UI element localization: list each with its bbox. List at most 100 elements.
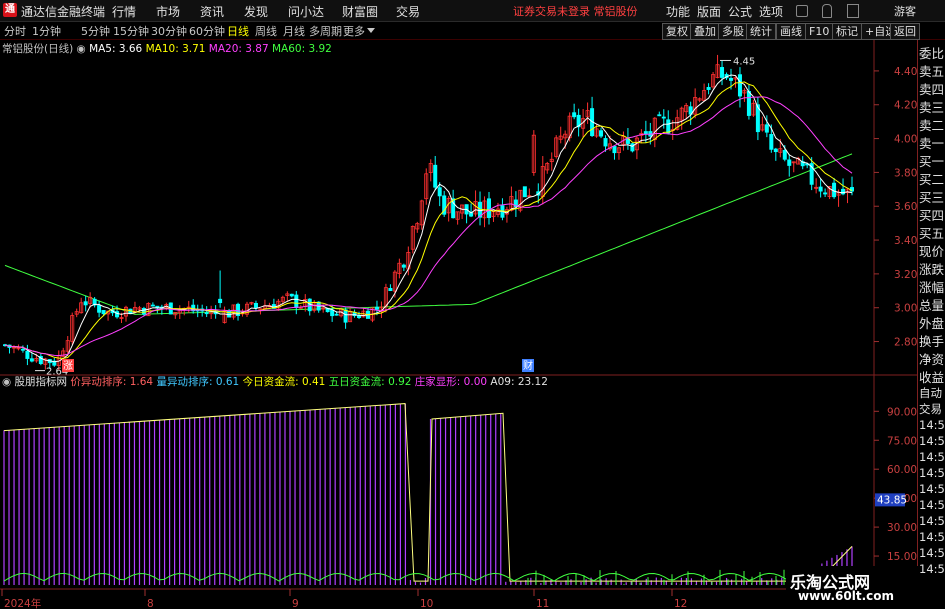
guest-label[interactable]: 游客	[894, 3, 916, 19]
candle-body	[25, 350, 30, 359]
quote-row: 卖三	[919, 100, 945, 115]
tab-5min[interactable]: 5分钟	[81, 23, 110, 39]
candle-body	[141, 307, 146, 315]
trade-row: 14:56	[919, 514, 945, 528]
trade-row[interactable]: 交易	[919, 401, 945, 417]
app-title: 通达信金融终端	[21, 5, 106, 19]
price-tick-label: 2.80	[894, 337, 917, 349]
menu-gongshi[interactable]: 公式	[728, 3, 752, 20]
login-notice[interactable]: 证券交易未登录 常铝股份	[513, 3, 638, 19]
title-bar: 通 通达信金融终端 行情 市场 资讯 发现 问小达 财富圈 交易 证券交易未登录…	[0, 0, 945, 22]
watermark-url: www.60lt.com	[798, 589, 895, 603]
candle-body	[97, 305, 102, 313]
tongji-button[interactable]: 统计	[746, 23, 776, 40]
candle-body	[401, 264, 406, 268]
high-price-label: 4.45	[733, 56, 755, 67]
candle-body	[769, 134, 774, 150]
indicator-settings-icon[interactable]: ◉	[2, 376, 11, 388]
candle-body	[737, 74, 742, 97]
event-marker-label: 涨	[63, 360, 73, 372]
more-chevron-icon[interactable]	[367, 28, 375, 33]
tab-1min[interactable]: 1分钟	[32, 23, 61, 39]
menu-shichang[interactable]: 市场	[156, 3, 180, 20]
menu-zixun[interactable]: 资讯	[200, 3, 224, 20]
candle-body	[101, 310, 106, 315]
indicator-tick-label: 15.00	[887, 551, 917, 563]
tab-15min[interactable]: 15分钟	[113, 23, 149, 39]
price-tick-label: 3.40	[894, 235, 917, 247]
candle-body	[433, 164, 438, 188]
kline-chart[interactable]: 4.40 4.20 4.00 3.80 3.60 3.40 3.20 3.00 2.80 90.0…	[0, 40, 918, 609]
menu-hangqing[interactable]: 行情	[112, 3, 136, 20]
menu-caifuquan[interactable]: 财富圈	[342, 3, 378, 20]
indicator-line-green	[3, 572, 850, 582]
fuquan-button[interactable]: 复权	[662, 23, 692, 40]
trade-row: 14:56	[919, 498, 945, 512]
trade-row[interactable]: 自动	[919, 385, 945, 401]
candle-body	[572, 112, 577, 118]
candle-body	[437, 187, 442, 197]
trade-panel: 自动交易14:5614:5614:5614:5614:5614:5614:561…	[919, 385, 945, 577]
trade-row: 14:56	[919, 546, 945, 560]
candle-body	[294, 294, 299, 309]
time-tick-label: 12	[674, 598, 687, 609]
huaxian-button[interactable]: 画线	[776, 23, 806, 40]
indicator-item: 今日资金流: 0.41	[242, 376, 326, 388]
candle-body	[522, 186, 527, 198]
candle-body	[374, 306, 379, 310]
mobile-icon[interactable]	[847, 4, 859, 18]
indicator-item: 庄家显形: 0.00	[414, 376, 488, 388]
tab-more[interactable]: 更多	[343, 23, 365, 39]
biaoji-button[interactable]: 标记	[832, 23, 862, 40]
indicator-name[interactable]: 股朋指标网	[15, 376, 68, 388]
quote-row: 卖五	[919, 64, 945, 79]
tab-daily[interactable]: 日线	[227, 23, 249, 39]
back-button[interactable]: 返回	[890, 23, 920, 40]
tab-multi[interactable]: 多周期	[309, 23, 342, 39]
user-icon[interactable]	[796, 5, 808, 17]
side-divider	[917, 40, 918, 609]
tab-monthly[interactable]: 月线	[283, 23, 305, 39]
menu-gongneng[interactable]: 功能	[666, 3, 690, 20]
ma20-label: MA20: 3.87	[208, 43, 269, 55]
candle-body	[330, 309, 335, 317]
app-logo: 通	[3, 3, 17, 17]
bell-icon[interactable]	[822, 4, 832, 18]
candle-body	[357, 315, 362, 318]
period-toolbar: 分时 1分钟 5分钟 15分钟 30分钟 60分钟 日线 周线 月线 多周期 更…	[0, 22, 945, 40]
quote-row: 涨跌	[919, 262, 945, 277]
candle-body	[787, 159, 792, 166]
candle-body	[20, 348, 25, 351]
menu-banmian[interactable]: 版面	[697, 3, 721, 20]
tab-weekly[interactable]: 周线	[255, 23, 277, 39]
trade-row: 14:56	[919, 434, 945, 448]
candle-body	[657, 114, 662, 117]
duogu-button[interactable]: 多股	[718, 23, 748, 40]
quote-row: 买一	[919, 154, 945, 169]
f10-button[interactable]: F10	[805, 23, 834, 40]
candle-body	[204, 312, 209, 315]
menu-jiaoyi[interactable]: 交易	[396, 3, 420, 20]
indicator-item: A09: 23.12	[490, 376, 548, 388]
indicator-tick-label: 75.00	[887, 435, 917, 447]
menu-faxian[interactable]: 发现	[244, 3, 268, 20]
tab-30min[interactable]: 30分钟	[151, 23, 187, 39]
quote-row: 卖二	[919, 118, 945, 133]
ma60-line	[4, 153, 853, 315]
quote-row: 委比	[919, 46, 945, 61]
tab-60min[interactable]: 60分钟	[189, 23, 225, 39]
price-tick-label: 4.00	[894, 134, 917, 146]
candle-body	[612, 145, 617, 154]
candle-body	[643, 131, 648, 135]
quote-row: 买三	[919, 190, 945, 205]
quote-panel: 委比 卖五 卖四 卖三 卖二 卖一 买一 买二 买三 买四 买五 现价 涨跌 涨幅 总量 外盘 换手 净资 收益	[919, 45, 945, 387]
candle-body	[29, 358, 34, 362]
menu-wenxiaoda[interactable]: 问小达	[288, 3, 324, 20]
tab-fenshi[interactable]: 分时	[4, 23, 26, 39]
price-tick-label: 4.40	[894, 66, 917, 78]
stock-title[interactable]: 常铝股份(日线)	[2, 43, 73, 55]
diejia-button[interactable]: 叠加	[690, 23, 720, 40]
menu-xuanxiang[interactable]: 选项	[759, 3, 783, 20]
indicator-legend: ◉ 股朋指标网 价异动排序: 1.64 量异动排序: 0.61 今日资金流: 0…	[2, 374, 548, 389]
settings-icon[interactable]: ◉	[77, 43, 86, 55]
